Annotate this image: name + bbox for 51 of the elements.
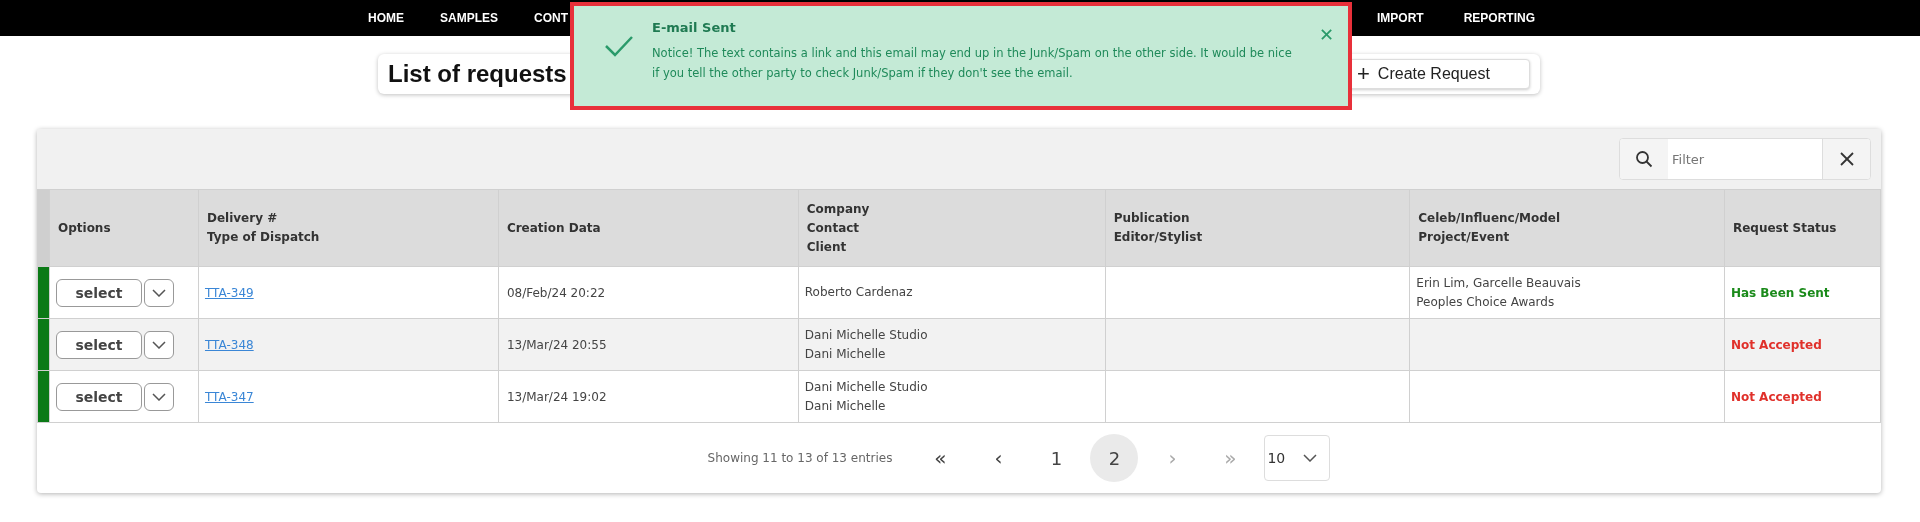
- table-cell: 08/Feb/24 20:22: [498, 266, 799, 319]
- delivery-link[interactable]: TTA-349: [204, 285, 254, 300]
- page-button[interactable]: 1: [1032, 434, 1081, 482]
- page-size-select[interactable]: 10: [1264, 435, 1331, 481]
- caret-icon: [152, 288, 166, 297]
- first-page-button[interactable]: «: [916, 434, 965, 482]
- nav-link[interactable]: CONT: [534, 11, 568, 25]
- checkmark-icon: [604, 34, 634, 58]
- status-label: Has Been Sent: [1730, 285, 1830, 300]
- filter-bar[interactable]: Filter: [1619, 138, 1871, 180]
- nav-link[interactable]: HOME: [368, 11, 404, 25]
- cell-text: Dani Michelle: [804, 397, 887, 415]
- dropdown-button[interactable]: [144, 382, 174, 411]
- status-label: Not Accepted: [1730, 337, 1822, 352]
- cell-text: Dani Michelle Studio: [804, 326, 929, 344]
- caret-icon: [152, 392, 166, 401]
- column-header: Company Contact Client: [798, 189, 1106, 267]
- cell-text: Roberto Cardenaz: [804, 284, 914, 301]
- table-cell: 13/Mar/24 19:02: [498, 370, 799, 423]
- select-button[interactable]: select: [56, 382, 142, 411]
- column-header: Creation Data: [498, 189, 799, 267]
- cell-text: Dani Michelle: [804, 345, 887, 363]
- status-label: Not Accepted: [1730, 389, 1822, 404]
- caret-icon: [1303, 454, 1318, 462]
- toast-message: Notice! The text contains a link and this email may end up in the Junk/Spam on the other side. It would be nice if you tell the other party to check Junk/Spam if they don't see the email.: [652, 45, 1293, 82]
- column-header: Delivery # Type of Dispatch: [198, 189, 499, 267]
- page-title: List of requests: [388, 60, 567, 88]
- cell-text: Peoples Choice Awards: [1416, 293, 1556, 311]
- cell-text: Erin Lim, Garcelle Beauvais: [1416, 274, 1582, 292]
- search-icon: [1635, 150, 1653, 168]
- dropdown-button[interactable]: [144, 330, 174, 359]
- nav-link[interactable]: IMPORT: [1377, 11, 1424, 25]
- nav-link[interactable]: SAMPLES: [440, 11, 498, 25]
- select-button[interactable]: select: [56, 330, 142, 359]
- dropdown-button[interactable]: [144, 278, 174, 307]
- previous-page-button[interactable]: ‹: [974, 434, 1023, 482]
- clear-button[interactable]: [1822, 139, 1870, 179]
- cell-text: Dani Michelle Studio: [804, 378, 929, 396]
- column-header: Options: [49, 189, 199, 267]
- table-cell: 13/Mar/24 20:55: [498, 318, 799, 371]
- entries-summary: Showing 11 to 13 of 13 entries: [707, 451, 893, 465]
- column-header: Request Status: [1724, 189, 1881, 267]
- select-button[interactable]: select: [56, 278, 142, 307]
- nav-link[interactable]: REPORTING: [1463, 11, 1535, 25]
- delivery-link[interactable]: TTA-347: [204, 389, 254, 404]
- caret-icon: [152, 340, 166, 349]
- column-header: Publication Editor/Stylist: [1105, 189, 1410, 267]
- page-button[interactable]: 2: [1090, 434, 1139, 482]
- column-header: Celeb/Influenc/Model Project/Event: [1409, 189, 1725, 267]
- close-icon: [1839, 152, 1854, 166]
- toast-title: E-mail Sent: [652, 20, 737, 35]
